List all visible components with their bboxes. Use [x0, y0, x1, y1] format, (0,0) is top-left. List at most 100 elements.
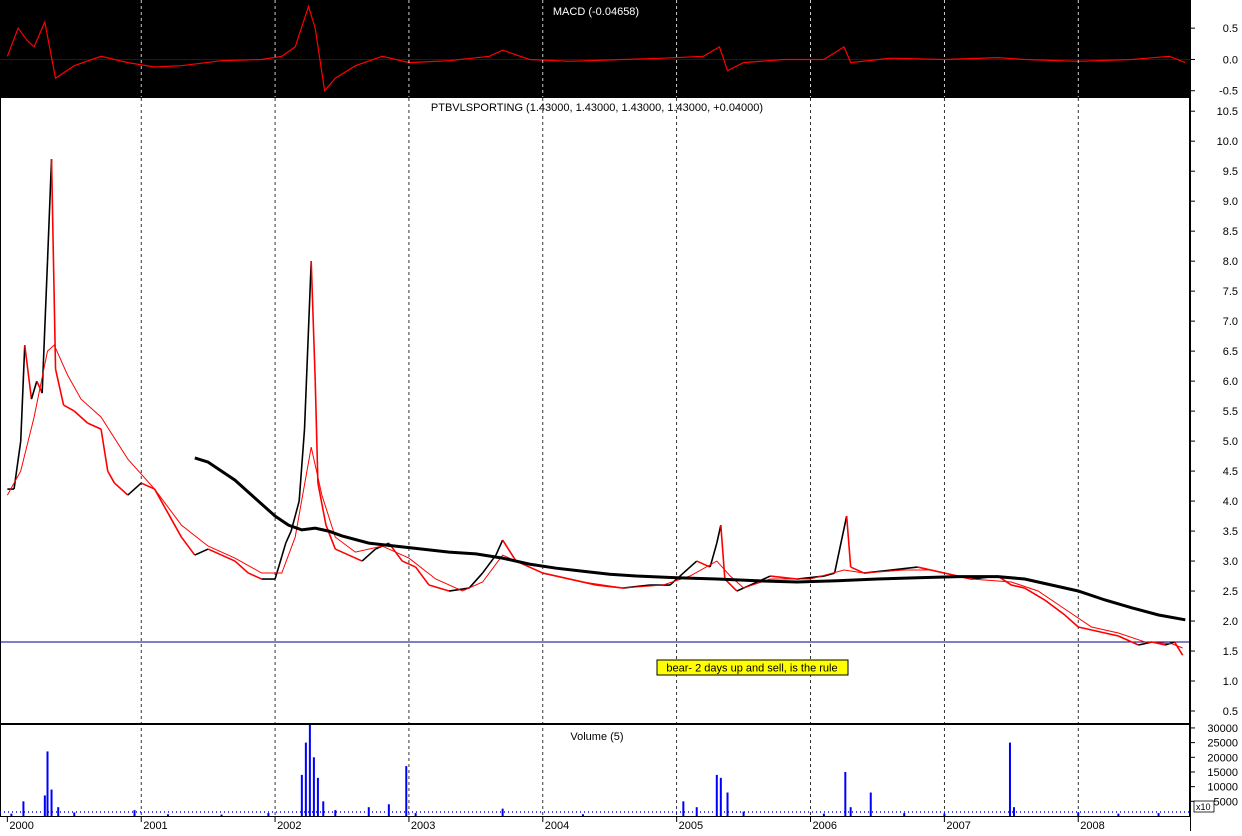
price-segment: [127, 482, 142, 496]
volume-bar: [308, 725, 311, 816]
volume-bar: [719, 777, 722, 816]
price-segment: [73, 410, 89, 424]
price-y-tick-label: 1.0: [1223, 676, 1238, 688]
fast-moving-average: [6, 344, 1183, 649]
price-segment: [310, 261, 317, 382]
price-segment: [107, 470, 116, 484]
price-segment: [234, 560, 249, 574]
year-gridlines: [140, 0, 1079, 816]
price-y-tick-label: 2.0: [1223, 616, 1238, 628]
price-segment: [845, 516, 852, 568]
macd-y-tick-label: 0.0: [1223, 54, 1238, 66]
x-tick-label-2004: 2004: [545, 820, 569, 831]
volume-bar: [682, 801, 685, 816]
volume-y-tick-label: 5000: [1214, 796, 1238, 808]
price-segment: [720, 525, 726, 580]
volume-bar: [903, 813, 906, 816]
price-segment: [23, 345, 33, 400]
price-segment: [334, 548, 350, 556]
macd-y-tick-label: -0.5: [1219, 86, 1238, 98]
volume-bar: [316, 777, 319, 816]
x-tick-label-2005: 2005: [679, 820, 703, 831]
x-tick-label-2000: 2000: [9, 820, 33, 831]
price-segment: [46, 159, 53, 262]
price-segment: [207, 548, 222, 556]
volume-bar: [57, 807, 60, 816]
volume-bar: [1117, 813, 1120, 816]
volume-bar: [715, 774, 718, 816]
price-y-tick-label: 3.5: [1223, 526, 1238, 538]
volume-bar: [1008, 742, 1011, 816]
price-segment: [716, 524, 722, 544]
volume-bar: [1012, 807, 1015, 816]
volume-bar: [822, 813, 825, 816]
price-y-tick-label: 5.0: [1223, 436, 1238, 448]
price-y-tick-label: 5.5: [1223, 406, 1238, 418]
volume-y-tick-label: 15000: [1207, 767, 1238, 779]
x-tick-label-2003: 2003: [411, 820, 435, 831]
price-segment: [1078, 626, 1092, 631]
volume-bar: [334, 810, 337, 816]
volume-title: Volume (5): [570, 731, 623, 743]
volume-bar: [414, 813, 417, 816]
price-segment: [1091, 629, 1106, 634]
volume-bar: [300, 774, 303, 816]
price-title: PTBVLSPORTING (1.43000, 1.43000, 1.43000…: [431, 102, 763, 114]
volume-bar: [46, 751, 49, 816]
price-segment: [247, 572, 263, 580]
price-segment: [113, 482, 129, 496]
stock-chart-svg: 2000 2001 2002 2003 2004 2005 2006 2007 2008 0.5 0…: [0, 0, 1242, 832]
price-segment: [285, 530, 292, 544]
price-segment: [274, 542, 287, 580]
price-segment: [414, 566, 430, 586]
stock-chart: 2000 2001 2002 2003 2004 2005 2006 2007 2008 0.5 0…: [0, 0, 1242, 832]
price-segment: [682, 560, 698, 574]
price-y-tick-label: 4.0: [1223, 496, 1238, 508]
x-tick-label-2001: 2001: [143, 820, 167, 831]
x-tick-label-2008: 2008: [1080, 820, 1104, 831]
volume-bar: [73, 812, 76, 816]
price-y-tick-label: 4.5: [1223, 466, 1238, 478]
price-segment: [140, 482, 155, 490]
price-panel-frame: [0, 97, 1190, 724]
volume-bar: [581, 814, 584, 816]
price-segment: [50, 159, 57, 370]
price-segment: [221, 554, 236, 562]
price-segment: [54, 368, 65, 406]
price-segment: [348, 554, 363, 562]
axis-layer: 2000 2001 2002 2003 2004 2005 2006 2007 2008 0.5 0…: [6, 23, 1238, 832]
price-y-tick-label: 6.0: [1223, 376, 1238, 388]
price-y-tick-label: 7.5: [1223, 286, 1238, 298]
price-y-tick-label: 8.0: [1223, 256, 1238, 268]
volume-bar: [312, 757, 315, 816]
volume-y-tick-label: 10000: [1207, 782, 1238, 794]
volume-bar: [405, 766, 408, 816]
price-segment: [1173, 641, 1184, 656]
price-segment: [30, 380, 38, 400]
price-segment: [833, 515, 848, 574]
volume-bar: [501, 808, 504, 816]
volume-bar: [869, 792, 872, 816]
price-segment: [428, 584, 450, 592]
price-segment: [63, 404, 75, 412]
price-segment: [1118, 635, 1139, 646]
price-segment: [100, 428, 109, 472]
price-segment: [87, 422, 102, 430]
volume-multiplier-label: x10: [1196, 802, 1211, 812]
volume-bar: [1157, 813, 1160, 816]
macd-title: MACD (-0.04658): [553, 6, 639, 18]
volume-bar: [849, 807, 852, 816]
price-y-tick-label: 2.5: [1223, 586, 1238, 598]
price-y-tick-label: 8.5: [1223, 226, 1238, 238]
volume-bar: [133, 810, 136, 816]
price-y-tick-label: 1.5: [1223, 646, 1238, 658]
price-y-tick-label: 10.5: [1217, 106, 1238, 118]
price-segment: [468, 572, 484, 589]
price-segment: [180, 536, 196, 556]
price-segment: [1104, 632, 1119, 637]
price-segment: [303, 261, 313, 430]
volume-y-tick-label: 20000: [1207, 752, 1238, 764]
price-segment: [194, 548, 209, 556]
volume-bar: [220, 814, 223, 816]
volume-bar: [43, 795, 46, 816]
